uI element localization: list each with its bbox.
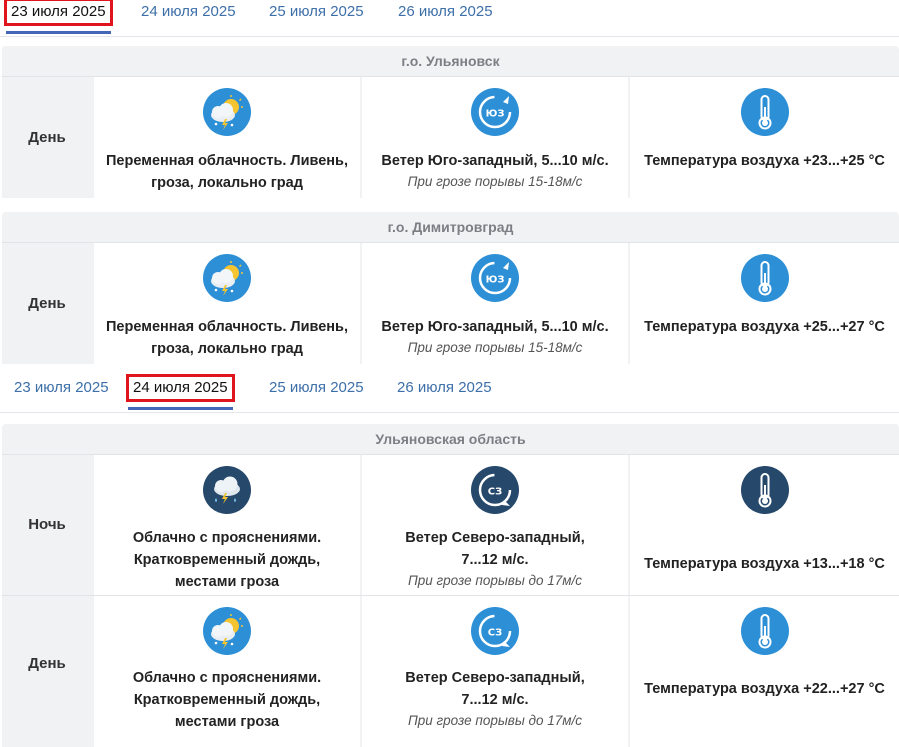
weather-text-line: местами гроза xyxy=(174,574,280,590)
thermometer-icon xyxy=(740,466,789,514)
weather-text-line: Переменная облачность. Ливень, xyxy=(106,153,348,169)
temperature-text: Температура воздуха +22...+27 °C xyxy=(644,681,885,697)
date-tabs-bottom: 23 июля 2025 24 июля 2025 25 июля 2025 2… xyxy=(0,374,899,413)
weather-text-line: Облачно с прояснениями. xyxy=(132,530,322,546)
wind-compass-icon: ЮЗ xyxy=(471,254,519,302)
forecast-row-day: День Облачно с прояснениями. Кратковремен… xyxy=(2,595,899,747)
period-label: День xyxy=(2,243,92,364)
tab-label: 26 июля 2025 xyxy=(398,3,493,20)
wind-direction-label: ЮЗ xyxy=(486,275,505,286)
partly-cloudy-storm-icon xyxy=(203,607,251,655)
weather-cell: Облачно с прояснениями. Кратковременный д… xyxy=(94,455,360,595)
temperature-cell: Температура воздуха +23...+25 °C xyxy=(630,77,899,198)
tab-label: 25 июля 2025 xyxy=(269,3,364,20)
wind-gust-note: При грозе порывы 15-18м/с xyxy=(407,340,583,355)
tab-label: 26 июля 2025 xyxy=(397,379,492,396)
partly-cloudy-storm-icon xyxy=(203,254,251,302)
wind-cell: ЮЗ Ветер Юго-западный, 5...10 м/с. При г… xyxy=(362,77,628,198)
wind-compass-icon: СЗ xyxy=(471,466,519,514)
forecast-block-dimitrovgrad: г.о. Димитровград День Переменная облачн… xyxy=(2,212,899,364)
wind-text-line: Ветер Северо-западный, xyxy=(405,670,585,686)
date-tabs-top: 23 июля 2025 24 июля 2025 25 июля 2025 2… xyxy=(0,0,899,37)
weather-text-line: Кратковременный дождь, xyxy=(133,552,321,568)
weather-text-line: местами гроза xyxy=(174,714,280,730)
forecast-row-day: День Переменная облачность. Ливень, гроза… xyxy=(2,243,899,364)
tab-date-4-bottom[interactable]: 26 июля 2025 xyxy=(392,376,497,409)
wind-compass-icon: ЮЗ xyxy=(471,88,519,136)
wind-direction-label: СЗ xyxy=(488,487,502,498)
block-title: г.о. Ульяновск xyxy=(2,46,899,77)
tab-date-4-top[interactable]: 26 июля 2025 xyxy=(393,0,498,33)
partly-cloudy-storm-icon xyxy=(203,88,251,136)
temperature-text: Температура воздуха +13...+18 °C xyxy=(644,556,885,572)
temperature-text: Температура воздуха +25...+27 °C xyxy=(644,319,885,335)
thermometer-icon xyxy=(740,254,789,302)
forecast-row-day: День Переменная облачность. Ливень, гроза… xyxy=(2,77,899,198)
tab-label: 24 июля 2025 xyxy=(141,3,236,20)
wind-direction-label: СЗ xyxy=(488,628,502,639)
cloudy-rain-storm-icon xyxy=(203,466,251,514)
wind-cell: СЗ Ветер Северо-западный, 7...12 м/с. При… xyxy=(362,455,628,595)
tab-label: 23 июля 2025 xyxy=(14,379,109,396)
tab-label: 25 июля 2025 xyxy=(269,379,364,396)
wind-text: Ветер Юго-западный, 5...10 м/с. xyxy=(381,153,609,169)
forecast-block-oblast: Ульяновская область Ночь Облачно с прояс… xyxy=(2,424,899,747)
tab-label: 23 июля 2025 xyxy=(4,0,113,26)
weather-text-line: Облачно с прояснениями. xyxy=(132,670,322,686)
period-label: День xyxy=(2,77,92,198)
weather-cell: Облачно с прояснениями. Кратковременный д… xyxy=(94,596,360,747)
wind-cell: СЗ Ветер Северо-западный, 7...12 м/с. При… xyxy=(362,596,628,747)
tab-date-3-top[interactable]: 25 июля 2025 xyxy=(264,0,369,33)
wind-gust-note: При грозе порывы 15-18м/с xyxy=(407,174,583,189)
wind-text-line: 7...12 м/с. xyxy=(461,552,529,568)
forecast-block-ulyanovsk: г.о. Ульяновск День Переменная облачност… xyxy=(2,46,899,198)
wind-compass-icon: СЗ xyxy=(471,607,519,655)
tab-date-2-bottom[interactable]: 24 июля 2025 xyxy=(126,374,235,410)
tab-label: 24 июля 2025 xyxy=(126,374,235,402)
tab-date-2-top[interactable]: 24 июля 2025 xyxy=(136,0,241,33)
thermometer-icon xyxy=(740,607,789,655)
block-title: г.о. Димитровград xyxy=(2,212,899,243)
temperature-cell: Температура воздуха +25...+27 °C xyxy=(630,243,899,364)
period-label: День xyxy=(2,596,92,747)
block-title: Ульяновская область xyxy=(2,424,899,455)
tab-date-1-bottom[interactable]: 23 июля 2025 xyxy=(9,376,114,409)
wind-gust-note: При грозе порывы до 17м/с xyxy=(407,713,583,728)
period-label: Ночь xyxy=(2,455,92,595)
temperature-cell: Температура воздуха +22...+27 °C xyxy=(630,596,899,747)
weather-text-line: гроза, локально град xyxy=(151,341,303,357)
tab-date-3-bottom[interactable]: 25 июля 2025 xyxy=(264,376,369,409)
thermometer-icon xyxy=(740,88,789,136)
weather-text-line: Кратковременный дождь, xyxy=(133,692,321,708)
wind-cell: ЮЗ Ветер Юго-западный, 5...10 м/с. При г… xyxy=(362,243,628,364)
forecast-row-night: Ночь Облачно с прояснениями. Кратковремен… xyxy=(2,455,899,595)
wind-direction-label: ЮЗ xyxy=(486,109,505,120)
temperature-cell: Температура воздуха +13...+18 °C xyxy=(630,455,899,595)
wind-text-line: Ветер Северо-западный, xyxy=(405,530,585,546)
wind-text: Ветер Юго-западный, 5...10 м/с. xyxy=(381,319,609,335)
weather-cell: Переменная облачность. Ливень, гроза, лок… xyxy=(94,243,360,364)
weather-text-line: гроза, локально град xyxy=(151,175,303,191)
wind-text-line: 7...12 м/с. xyxy=(461,692,529,708)
temperature-text: Температура воздуха +23...+25 °C xyxy=(644,153,885,169)
wind-gust-note: При грозе порывы до 17м/с xyxy=(407,573,583,588)
tab-date-1-top[interactable]: 23 июля 2025 xyxy=(4,0,113,34)
weather-cell: Переменная облачность. Ливень, гроза, лок… xyxy=(94,77,360,198)
weather-text-line: Переменная облачность. Ливень, xyxy=(106,319,348,335)
